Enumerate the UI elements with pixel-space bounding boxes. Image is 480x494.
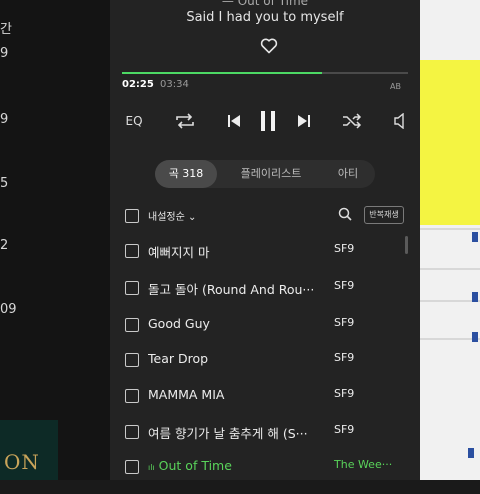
next-button[interactable] xyxy=(294,110,314,132)
song-artist: SF9 xyxy=(334,316,355,329)
song-title: ılı Out of Time xyxy=(148,458,323,473)
song-row[interactable]: MAMMA MIA SF9 xyxy=(122,387,412,423)
song-checkbox[interactable] xyxy=(125,244,139,258)
divider xyxy=(420,338,480,340)
song-artist: SF9 xyxy=(334,242,355,255)
progress-bar[interactable] xyxy=(122,72,408,74)
song-checkbox[interactable] xyxy=(125,281,139,295)
tab-playlists[interactable]: 플레이리스트 xyxy=(225,160,317,188)
divider xyxy=(420,228,480,230)
repeat-button[interactable] xyxy=(172,110,198,132)
highlight-region xyxy=(420,60,480,225)
song-checkbox[interactable] xyxy=(125,318,139,332)
shuffle-button[interactable] xyxy=(340,110,364,132)
song-title: 돌고 돌아 (Round And Rou··· xyxy=(148,282,315,297)
eq-button[interactable]: EQ xyxy=(122,110,146,132)
divider xyxy=(420,268,480,270)
repeat-icon xyxy=(176,113,194,129)
song-row[interactable]: Tear Drop SF9 xyxy=(122,351,412,387)
song-artist: SF9 xyxy=(334,387,355,400)
tab-bar: 곡 318 플레이리스트 아티 xyxy=(155,160,375,188)
left-partial-text: 9 xyxy=(0,112,9,127)
sort-dropdown[interactable]: 내설정순 ⌄ xyxy=(148,208,196,223)
left-partial-text: 09 xyxy=(0,302,17,317)
song-artist: SF9 xyxy=(334,351,355,364)
left-panel: 간 9 9 5 2 09 ON xyxy=(0,0,110,480)
sort-bar: 내설정순 ⌄ 반복재생 xyxy=(122,205,412,227)
song-artist: SF9 xyxy=(334,279,355,292)
album-cover[interactable]: ON xyxy=(0,420,58,480)
song-row[interactable]: 예뻐지지 마 SF9 xyxy=(122,242,412,278)
pause-button[interactable] xyxy=(256,110,280,132)
left-partial-text: 5 xyxy=(0,176,9,191)
current-time: 02:25 xyxy=(122,79,154,90)
equalizer-icon: ılı xyxy=(148,463,155,472)
previous-button[interactable] xyxy=(224,110,244,132)
song-checkbox[interactable] xyxy=(125,353,139,367)
song-row[interactable]: 돌고 돌아 (Round And Rou··· SF9 xyxy=(122,279,412,315)
song-title: Tear Drop xyxy=(148,351,209,366)
progress-fill xyxy=(122,72,323,74)
left-partial-text: 2 xyxy=(0,238,9,253)
left-partial-text: 9 xyxy=(0,46,9,61)
repeat-play-button[interactable]: 반복재생 xyxy=(364,206,404,224)
next-icon xyxy=(298,115,310,127)
ab-repeat-button[interactable]: AB xyxy=(390,82,401,91)
song-checkbox[interactable] xyxy=(125,460,139,474)
sort-label: 내설정순 xyxy=(148,212,185,223)
song-title: Good Guy xyxy=(148,316,210,331)
song-row[interactable]: Good Guy SF9 xyxy=(122,316,412,352)
lyric-previous: — Out of Time xyxy=(221,0,309,8)
volume-button[interactable] xyxy=(390,110,408,132)
select-all-checkbox[interactable] xyxy=(125,209,139,223)
tab-songs[interactable]: 곡 318 xyxy=(155,160,217,188)
song-title: MAMMA MIA xyxy=(148,387,225,402)
total-time: 03:34 xyxy=(160,79,189,90)
shuffle-icon xyxy=(343,113,362,129)
previous-icon xyxy=(228,115,240,127)
marker-icon xyxy=(472,232,478,242)
song-artist: The Wee··· xyxy=(334,458,393,471)
song-title: 예뻐지지 마 xyxy=(148,245,210,260)
volume-icon xyxy=(394,113,404,129)
lyric-current: Said I had you to myself xyxy=(186,10,344,25)
song-checkbox[interactable] xyxy=(125,389,139,403)
tab-artists[interactable]: 아티 xyxy=(323,160,373,188)
divider xyxy=(420,300,480,302)
pause-icon xyxy=(261,111,275,131)
chevron-down-icon: ⌄ xyxy=(188,212,197,223)
album-cover-text: ON xyxy=(4,450,40,474)
left-partial-text: 간 xyxy=(0,22,12,37)
marker-icon xyxy=(472,292,478,302)
heart-icon[interactable] xyxy=(260,38,278,54)
background-window xyxy=(420,0,480,480)
marker-icon xyxy=(472,332,478,342)
song-title: 여름 향기가 날 춤추게 해 (S··· xyxy=(148,426,308,441)
music-player: — Out of Time Said I had you to myself 0… xyxy=(110,0,420,480)
song-row-playing[interactable]: ılı Out of Time The Wee··· xyxy=(122,458,412,494)
marker-icon xyxy=(468,448,474,458)
song-checkbox[interactable] xyxy=(125,425,139,439)
song-artist: SF9 xyxy=(334,423,355,436)
song-row[interactable]: 여름 향기가 날 춤추게 해 (S··· SF9 xyxy=(122,423,412,459)
song-title-text: Out of Time xyxy=(158,458,232,473)
search-icon[interactable] xyxy=(338,207,352,221)
